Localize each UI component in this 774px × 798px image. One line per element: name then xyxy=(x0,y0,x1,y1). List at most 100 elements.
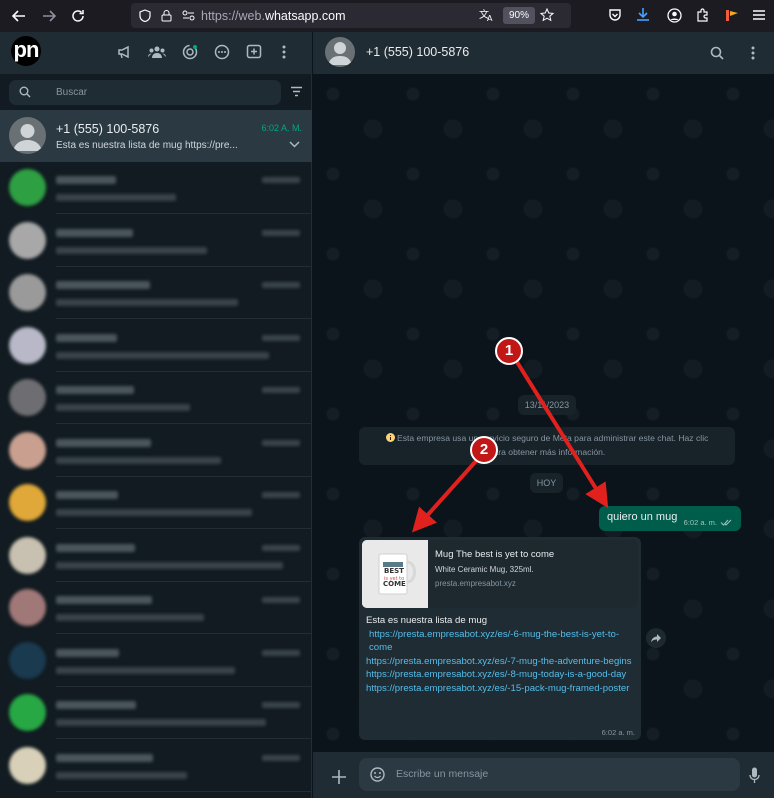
channels-icon[interactable] xyxy=(214,44,230,60)
link-preview-card[interactable]: BEST is yet to COME Mug The best is yet … xyxy=(362,540,638,608)
system-message-text-2: para obtener más información. xyxy=(488,447,606,457)
obscured-time xyxy=(262,754,300,761)
product-link[interactable]: https://presta.empresabot.xyz/es/-15-pac… xyxy=(366,682,636,696)
message-placeholder: Escribe un mensaje xyxy=(396,768,489,780)
chat-item[interactable] xyxy=(0,477,312,529)
obscured-preview xyxy=(56,194,176,201)
obscured-name xyxy=(56,176,116,184)
chat-item[interactable] xyxy=(0,425,312,477)
contact-avatar xyxy=(9,484,46,521)
chat-item[interactable] xyxy=(0,530,312,582)
chat-item[interactable] xyxy=(0,162,312,214)
contact-avatar xyxy=(9,117,46,154)
contact-avatar xyxy=(9,379,46,416)
bookmark-star-icon[interactable] xyxy=(540,8,554,22)
incoming-message[interactable]: BEST is yet to COME Mug The best is yet … xyxy=(359,537,641,740)
obscured-preview xyxy=(56,771,187,779)
chat-item[interactable] xyxy=(0,740,312,792)
sidebar-header: pn xyxy=(0,32,312,74)
outgoing-message[interactable]: quiero un mug 6:02 a. m. xyxy=(599,506,741,531)
pocket-icon[interactable] xyxy=(608,8,622,22)
chat-item[interactable] xyxy=(0,320,312,372)
search-icon xyxy=(19,86,31,98)
translate-icon[interactable]: 文A xyxy=(479,8,494,22)
lock-icon xyxy=(161,10,172,22)
chat-item[interactable] xyxy=(0,582,312,634)
default-user-icon xyxy=(13,124,42,151)
zoom-level-badge[interactable]: 90% xyxy=(503,7,536,24)
forward-button[interactable] xyxy=(646,628,666,648)
svg-text:BEST: BEST xyxy=(384,567,404,575)
contact-avatar xyxy=(9,221,46,259)
obscured-time xyxy=(262,702,300,708)
header-avatar[interactable] xyxy=(325,37,355,67)
obscured-time xyxy=(262,544,300,551)
search-input[interactable]: Buscar xyxy=(9,80,281,105)
chat-item[interactable] xyxy=(0,215,312,267)
obscured-preview xyxy=(56,509,252,516)
contact-avatar xyxy=(9,431,46,469)
system-message-text: Esta empresa usa un servicio seguro de M… xyxy=(396,433,709,443)
mug-image-icon: BEST is yet to COME xyxy=(362,540,428,608)
browser-toolbar: https://web.whatsapp.com 文A 90% xyxy=(0,0,774,32)
obscured-preview xyxy=(56,246,207,254)
status-icon[interactable] xyxy=(182,44,198,60)
conversation-header[interactable]: +1 (555) 100-5876 xyxy=(313,32,774,74)
contact-avatar xyxy=(9,746,46,784)
more-options-icon[interactable] xyxy=(281,44,287,60)
url-text: https://web.whatsapp.com xyxy=(201,8,346,23)
obscured-preview xyxy=(56,666,235,674)
filter-icon[interactable] xyxy=(290,86,303,97)
product-link[interactable]: https://presta.empresabot.xyz/es/-6-mug-… xyxy=(366,628,636,655)
url-bar[interactable]: https://web.whatsapp.com 文A 90% xyxy=(131,3,571,28)
chat-item-active[interactable]: +1 (555) 100-5876 6:02 A. M. Esta es nue… xyxy=(0,110,312,162)
outgoing-message-text: quiero un mug xyxy=(607,511,678,523)
microphone-icon[interactable] xyxy=(749,767,760,784)
reload-icon xyxy=(72,10,84,22)
message-input[interactable]: Escribe un mensaje xyxy=(359,758,740,791)
profile-avatar[interactable]: pn xyxy=(11,36,41,66)
new-chat-icon[interactable] xyxy=(246,44,262,60)
download-icon[interactable] xyxy=(635,6,651,24)
chat-item[interactable] xyxy=(0,687,312,739)
double-check-icon xyxy=(720,519,732,526)
plus-icon[interactable] xyxy=(332,770,346,784)
search-icon[interactable] xyxy=(710,46,724,60)
emoji-icon[interactable] xyxy=(370,767,385,782)
megaphone-icon[interactable] xyxy=(117,44,133,60)
app-menu-icon[interactable] xyxy=(752,8,766,22)
arrow-right-icon xyxy=(43,10,56,22)
chat-item[interactable] xyxy=(0,372,312,424)
forward-arrow-icon xyxy=(651,634,661,643)
chat-item[interactable] xyxy=(0,267,312,319)
forward-button[interactable] xyxy=(34,0,64,32)
link-preview-description: White Ceramic Mug, 325ml. xyxy=(435,565,534,574)
contact-avatar xyxy=(9,589,46,626)
product-link[interactable]: https://presta.empresabot.xyz/es/-8-mug-… xyxy=(366,668,636,682)
link-preview-domain: presta.empresabot.xyz xyxy=(435,579,516,588)
svg-text:A: A xyxy=(487,14,493,22)
obscured-name xyxy=(56,281,150,289)
permissions-icon[interactable] xyxy=(182,10,195,21)
contact-avatar xyxy=(9,641,46,679)
obscured-preview xyxy=(56,456,221,464)
date-separator: 13/11/2023 xyxy=(518,395,576,415)
obscured-name xyxy=(56,228,133,237)
more-options-icon[interactable] xyxy=(750,45,756,61)
account-icon[interactable] xyxy=(667,8,682,23)
communities-icon[interactable] xyxy=(148,44,166,60)
obscured-preview xyxy=(56,561,283,569)
back-button[interactable] xyxy=(4,0,34,32)
today-separator: HOY xyxy=(530,473,563,493)
business-system-message[interactable]: Esta empresa usa un servicio seguro de M… xyxy=(359,427,735,465)
extension-flag-icon[interactable] xyxy=(724,8,740,23)
svg-text:COME: COME xyxy=(383,580,406,588)
chat-item[interactable] xyxy=(0,635,312,687)
product-link[interactable]: https://presta.empresabot.xyz/es/-7-mug-… xyxy=(366,655,636,669)
chat-sidebar: pn Buscar +1 (555) 100-5876 6:02 A. M. E… xyxy=(0,32,312,798)
reload-button[interactable] xyxy=(63,0,93,32)
chevron-down-icon[interactable] xyxy=(289,141,300,148)
obscured-name xyxy=(56,543,135,552)
extensions-icon[interactable] xyxy=(696,8,710,23)
obscured-name xyxy=(56,438,151,447)
